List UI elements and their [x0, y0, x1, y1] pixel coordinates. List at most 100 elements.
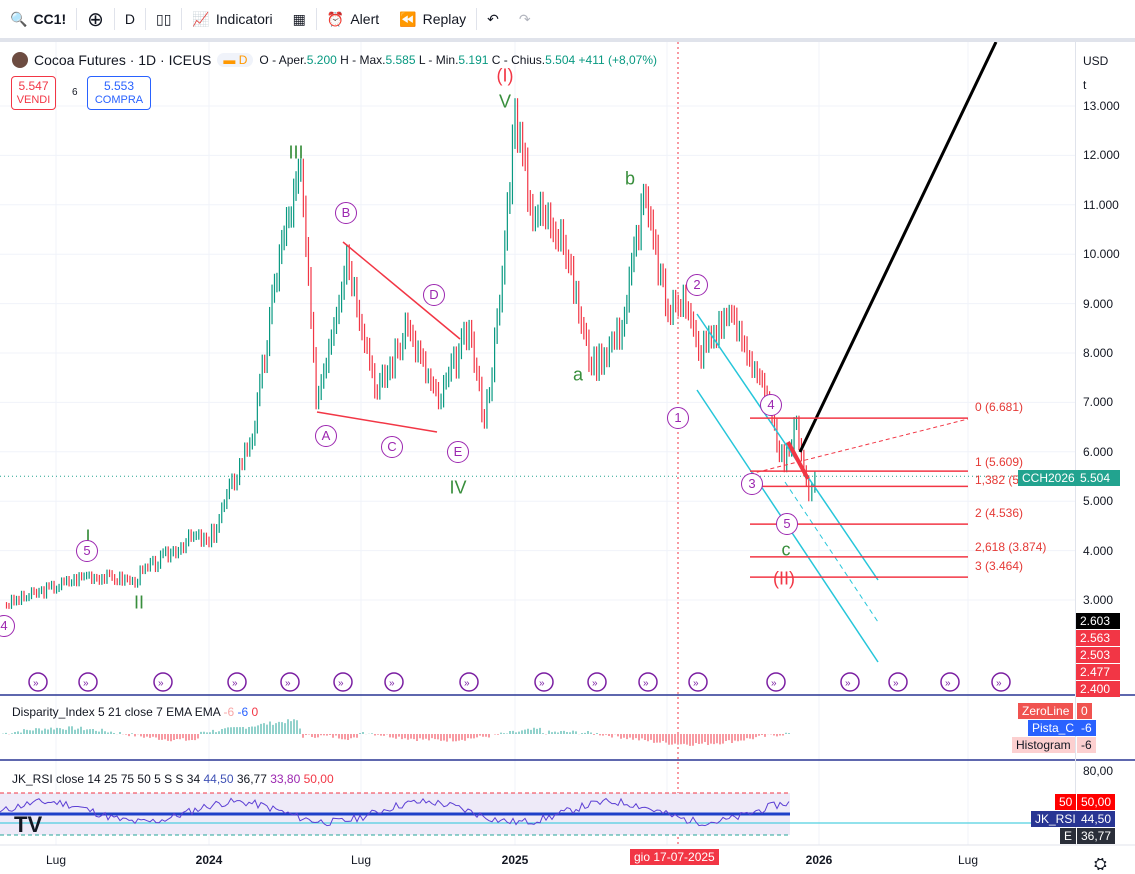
plus-circle-icon: ⊕ [87, 8, 104, 31]
price-tick: 5.000 [1083, 494, 1114, 509]
last-price-tag: 5.504 [1076, 470, 1120, 486]
price-tick: 3.000 [1083, 593, 1114, 607]
pista-label: Pista_C [1028, 720, 1079, 736]
histogram-label: Histogram [1012, 737, 1075, 753]
spread-value: 6 [72, 87, 78, 98]
replay-button[interactable]: ⏪ Replay [389, 2, 476, 36]
circled-wave-label: 2 [686, 274, 708, 296]
wave-label: (II) [773, 568, 795, 589]
time-label: 2024 [195, 853, 223, 867]
symbol-search-button[interactable]: 🔍 CC1! [0, 2, 76, 36]
e-value: 36,77 [1077, 828, 1116, 844]
redo-icon: ↷ [518, 10, 531, 27]
event-marker-icon: » [338, 678, 344, 689]
price-tag: 2.400 [1076, 681, 1120, 697]
price-tick: 12.000 [1083, 148, 1120, 163]
time-label: 2026 [805, 853, 833, 867]
bar-style-button[interactable]: ▯▯ [146, 2, 181, 36]
wave-label: a [572, 364, 584, 385]
fib-level-label: 1 (5.609) [975, 455, 1024, 469]
undo-icon: ↶ [487, 10, 499, 27]
rewind-icon: ⏪ [399, 10, 417, 27]
event-marker-icon: » [83, 678, 89, 689]
event-marker-icon: » [158, 678, 164, 689]
fib-level-label: 2,618 (3.874) [975, 540, 1047, 554]
alert-button[interactable]: ⏰ Alert [317, 2, 389, 36]
price-tick: 11.000 [1083, 197, 1119, 212]
price-tick: 9.000 [1083, 296, 1114, 311]
e-label: E [1060, 828, 1077, 844]
circled-wave-label: 4 [760, 394, 782, 416]
currency-selector[interactable]: USD [1083, 54, 1108, 68]
cocoa-logo-icon [12, 52, 28, 68]
jk-rsi-label: JK_RSI [1031, 811, 1080, 827]
wave-label: (I) [496, 65, 514, 86]
price-tick: 7.000 [1083, 395, 1114, 410]
wave-label: b [624, 168, 636, 189]
layouts-button[interactable]: ▦ [283, 2, 316, 36]
unit-selector[interactable]: t [1083, 78, 1086, 92]
wave-label: II [133, 592, 145, 613]
wave-label: IV [449, 477, 467, 498]
histogram-value: -6 [1077, 737, 1096, 753]
tradingview-logo[interactable]: TV [14, 812, 42, 838]
redo-button[interactable]: ↷ [509, 2, 541, 36]
event-marker-icon: » [592, 678, 598, 689]
circled-wave-label: 5 [776, 513, 798, 535]
rsi-50-label: 50 [1055, 794, 1077, 810]
price-tick: 4.000 [1083, 543, 1114, 558]
channel-line [784, 481, 879, 623]
undo-button[interactable]: ↶ [477, 2, 509, 36]
symbol-label: CCH2026 [1018, 470, 1079, 486]
fib-level-label: 3 (3.464) [975, 559, 1024, 573]
time-label: Lug [957, 853, 979, 867]
event-marker-icon: » [893, 678, 899, 689]
interval-button[interactable]: D [115, 2, 145, 36]
event-marker-icon: » [845, 678, 851, 689]
circled-wave-label: 3 [741, 473, 763, 495]
event-marker-icon: » [643, 678, 649, 689]
buy-button[interactable]: 5.553 COMPRA [87, 76, 151, 110]
indicators-button[interactable]: 📈 Indicatori [182, 2, 282, 36]
wave-label: V [498, 91, 512, 112]
circled-wave-label: A [315, 425, 337, 447]
alarm-icon: ⏰ [326, 10, 345, 27]
price-tick: 10.000 [1083, 247, 1120, 262]
event-marker-icon: » [232, 678, 238, 689]
chart-line-icon: 📈 [192, 10, 210, 27]
event-marker-icon: » [389, 678, 395, 689]
chart-canvas[interactable]: » » » » » » » » » » » » » » » » » [0, 42, 1135, 873]
sell-button[interactable]: 5.547 VENDI [11, 76, 56, 110]
price-tick: 6.000 [1083, 444, 1114, 459]
fib-level-label: 1,382 (5 [975, 473, 1020, 487]
price-tag: 2.563 [1076, 630, 1120, 646]
event-marker-icon: » [996, 678, 1002, 689]
event-marker-icon: » [539, 678, 545, 689]
price-tag: 2.603 [1076, 613, 1120, 629]
circled-wave-label: E [447, 441, 469, 463]
event-marker-icon: » [285, 678, 291, 689]
event-marker-icon: » [945, 678, 951, 689]
rsi-tick: 80,00 [1083, 764, 1114, 778]
circled-wave-label: 1 [667, 407, 689, 429]
rsi-50-value: 50,00 [1077, 794, 1116, 810]
jk-rsi-value: 44,50 [1077, 811, 1116, 827]
search-icon: 🔍 [10, 10, 28, 27]
price-tick: 8.000 [1083, 346, 1114, 360]
zeroline-value: 0 [1077, 703, 1092, 719]
crosshair-date-label: gio 17-07-2025 [630, 849, 719, 865]
market-status-badge: ▬ D [217, 53, 254, 67]
price-tag: 2.503 [1076, 647, 1120, 663]
add-symbol-button[interactable]: ⊕ [77, 2, 114, 36]
settings-icon[interactable]: ⛭ [1094, 856, 1107, 874]
grid-icon: ▦ [292, 10, 306, 27]
projection-line [798, 42, 998, 453]
circled-wave-label: B [335, 202, 357, 224]
chart-area[interactable]: » » » » » » » » » » » » » » » » » Cocoa Futures · 1D · I… [0, 42, 1135, 873]
event-marker-icon: » [693, 678, 699, 689]
candles-icon: ▯▯ [156, 10, 172, 27]
time-label: 2025 [501, 853, 529, 867]
circled-wave-label: 5 [76, 540, 98, 562]
price-tag: 2.477 [1076, 664, 1120, 680]
circled-wave-label: C [381, 436, 403, 458]
